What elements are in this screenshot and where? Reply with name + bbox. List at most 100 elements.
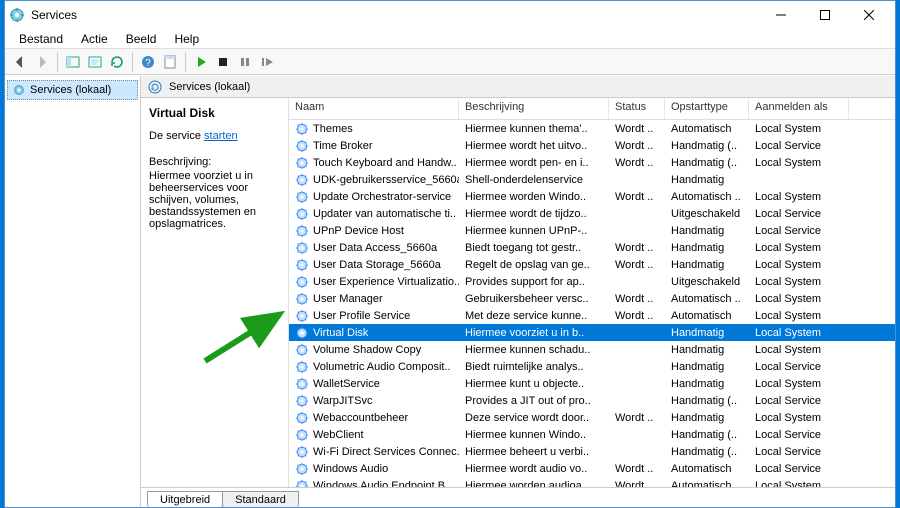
service-startup: Automatisch .. [665, 191, 749, 203]
service-startup: Handmatig (.. [665, 157, 749, 169]
service-row[interactable]: Touch Keyboard and Handw..Hiermee wordt … [289, 154, 895, 171]
service-row[interactable]: Time BrokerHiermee wordt het uitvo..Word… [289, 137, 895, 154]
nav-tree: Services (lokaal) [5, 76, 141, 507]
body-split: Services (lokaal) Services (lokaal) Virt… [5, 75, 895, 507]
service-row[interactable]: WalletServiceHiermee kunt u objecte..Han… [289, 375, 895, 392]
service-desc: Hiermee voorziet u in b.. [459, 327, 609, 339]
service-row[interactable]: WebClientHiermee kunnen Windo..Handmatig… [289, 426, 895, 443]
service-logon: Local System [749, 259, 849, 271]
service-row[interactable]: Updater van automatische ti..Hiermee wor… [289, 205, 895, 222]
service-status: Wordt .. [609, 123, 665, 135]
service-status: Wordt .. [609, 293, 665, 305]
forward-button[interactable] [31, 51, 53, 73]
nav-services-local[interactable]: Services (lokaal) [7, 80, 138, 100]
svg-text:?: ? [145, 58, 151, 69]
service-status: Wordt .. [609, 191, 665, 203]
window-title: Services [31, 8, 759, 22]
service-row[interactable]: WarpJITSvcProvides a JIT out of pro..Han… [289, 392, 895, 409]
service-startup: Uitgeschakeld [665, 276, 749, 288]
service-name: User Data Access_5660a [313, 242, 437, 254]
service-desc: Hiermee worden audioa.. [459, 480, 609, 488]
col-status[interactable]: Status [609, 98, 665, 119]
col-logon[interactable]: Aanmelden als [749, 98, 849, 119]
service-row[interactable]: Volume Shadow CopyHiermee kunnen schadu.… [289, 341, 895, 358]
separator [185, 52, 186, 72]
service-row[interactable]: UPnP Device HostHiermee kunnen UPnP-..Ha… [289, 222, 895, 239]
service-row[interactable]: Wi-Fi Direct Services Connec..Hiermee be… [289, 443, 895, 460]
menu-beeld[interactable]: Beeld [118, 30, 165, 48]
service-row[interactable]: Windows Audio Endpoint B..Hiermee worden… [289, 477, 895, 487]
service-startup: Automatisch [665, 310, 749, 322]
service-icon [295, 173, 309, 187]
service-row[interactable]: ThemesHiermee kunnen thema'..Wordt ..Aut… [289, 120, 895, 137]
menu-help[interactable]: Help [166, 30, 207, 48]
service-logon: Local Service [749, 463, 849, 475]
service-logon: Local Service [749, 395, 849, 407]
service-row[interactable]: User Data Storage_5660aRegelt de opslag … [289, 256, 895, 273]
service-row[interactable]: Virtual DiskHiermee voorziet u in b..Han… [289, 324, 895, 341]
service-row[interactable]: Update Orchestrator-serviceHiermee worde… [289, 188, 895, 205]
service-status: Wordt .. [609, 463, 665, 475]
tab-uitgebreid[interactable]: Uitgebreid [147, 491, 223, 507]
start-service-button[interactable] [190, 51, 212, 73]
detail-panel: Virtual Disk De service starten Beschrij… [141, 98, 289, 487]
help-button[interactable]: ? [137, 51, 159, 73]
service-icon [295, 241, 309, 255]
service-desc: Met deze service kunne.. [459, 310, 609, 322]
pause-service-button[interactable] [234, 51, 256, 73]
refresh-button[interactable] [106, 51, 128, 73]
service-logon: Local Service [749, 208, 849, 220]
col-name[interactable]: Naam [289, 98, 459, 119]
service-startup: Handmatig [665, 259, 749, 271]
service-row[interactable]: WebaccountbeheerDeze service wordt door.… [289, 409, 895, 426]
col-startup[interactable]: Opstarttype [665, 98, 749, 119]
restart-service-button[interactable] [256, 51, 278, 73]
service-name: Wi-Fi Direct Services Connec.. [313, 446, 459, 458]
service-name: User Data Storage_5660a [313, 259, 441, 271]
service-desc: Provides support for ap.. [459, 276, 609, 288]
service-row[interactable]: Volumetric Audio Composit..Biedt ruimtel… [289, 358, 895, 375]
back-button[interactable] [9, 51, 31, 73]
service-startup: Automatisch [665, 123, 749, 135]
refresh-icon[interactable] [147, 79, 163, 95]
service-row[interactable]: User Profile ServiceMet deze service kun… [289, 307, 895, 324]
titlebar: Services [5, 1, 895, 29]
show-hide-tree-button[interactable] [62, 51, 84, 73]
service-row[interactable]: User ManagerGebruikersbeheer versc..Word… [289, 290, 895, 307]
service-row[interactable]: Windows Audio Hiermee wordt audio vo..Wor… [289, 460, 895, 477]
service-logon: Local System [749, 480, 849, 488]
service-desc: Hiermee wordt audio vo.. [459, 463, 609, 475]
export-list-button[interactable] [84, 51, 106, 73]
col-description[interactable]: Beschrijving [459, 98, 609, 119]
toolbar: ? [5, 49, 895, 75]
service-logon: Local Service [749, 429, 849, 441]
service-icon [295, 411, 309, 425]
maximize-button[interactable] [803, 1, 847, 29]
service-logon: Local System [749, 123, 849, 135]
service-startup: Handmatig [665, 361, 749, 373]
service-row[interactable]: User Data Access_5660aBiedt toegang tot … [289, 239, 895, 256]
menu-actie[interactable]: Actie [73, 30, 116, 48]
service-startup: Handmatig (.. [665, 395, 749, 407]
service-list[interactable]: ThemesHiermee kunnen thema'..Wordt ..Aut… [289, 120, 895, 487]
window-controls [759, 1, 891, 29]
close-button[interactable] [847, 1, 891, 29]
stop-service-button[interactable] [212, 51, 234, 73]
service-name: Windows Audio [313, 463, 388, 475]
separator [57, 52, 58, 72]
service-startup: Handmatig [665, 344, 749, 356]
properties-button[interactable] [159, 51, 181, 73]
service-name: Webaccountbeheer [313, 412, 408, 424]
menubar: Bestand Actie Beeld Help [5, 29, 895, 49]
minimize-button[interactable] [759, 1, 803, 29]
service-row[interactable]: User Experience Virtualizatio..Provides … [289, 273, 895, 290]
service-icon [295, 292, 309, 306]
service-desc: Hiermee worden Windo.. [459, 191, 609, 203]
start-link[interactable]: starten [204, 130, 238, 142]
service-desc: Hiermee wordt het uitvo.. [459, 140, 609, 152]
menu-bestand[interactable]: Bestand [11, 30, 71, 48]
tab-standaard[interactable]: Standaard [222, 491, 299, 507]
service-row[interactable]: UDK-gebruikersservice_5660aShell-onderde… [289, 171, 895, 188]
services-window: Services Bestand Actie Beeld Help ? [4, 0, 896, 508]
service-logon: Local Service [749, 446, 849, 458]
